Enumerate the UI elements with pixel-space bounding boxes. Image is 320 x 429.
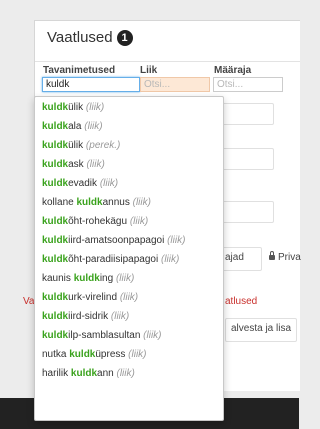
suggestion-match: kuldk — [42, 292, 69, 303]
suggestion-type: (liik) — [85, 102, 105, 113]
suggestion-item[interactable]: kuldkask (liik) — [35, 155, 223, 174]
suggestion-rest: iird-sidrik — [68, 311, 109, 322]
column-label-name: Tavanimetused — [43, 65, 116, 76]
suggestion-prefix: harilik — [42, 368, 71, 379]
suggestion-item[interactable]: kuldkõht-rohekägu (liik) — [35, 212, 223, 231]
autocomplete-dropdown: kuldkülik (liik) kuldkala (liik) kuldkül… — [34, 96, 224, 421]
header-divider — [35, 61, 300, 62]
suggestion-type: (liik) — [129, 216, 149, 227]
suggestion-match: kuldk — [70, 368, 98, 379]
suggestion-item[interactable]: kuldkiird-amatsoonpapagoi (liik) — [35, 231, 223, 250]
type-search-input[interactable] — [140, 77, 210, 92]
suggestion-rest: ülik — [68, 140, 84, 151]
suggestion-match: kuldk — [42, 216, 69, 227]
suggestion-type: (liik) — [143, 330, 162, 341]
suggestion-item[interactable]: kuldkevadik (liik) — [35, 174, 223, 193]
suggestion-item[interactable]: kuldkurk-virelind (liik) — [35, 288, 223, 307]
suggestion-type: (liik) — [110, 311, 130, 322]
panel-title-text: Vaatlused — [47, 29, 113, 46]
background-tab-text: ajad — [225, 252, 244, 263]
private-label: Priva — [269, 251, 301, 263]
suggestion-rest: ala — [68, 121, 82, 132]
suggestion-rest: ann — [97, 368, 114, 379]
suggestion-match: kuldk — [73, 273, 100, 284]
suggestion-list: kuldkülik (liik) kuldkala (liik) kuldkül… — [35, 97, 223, 383]
suggestion-prefix: kaunis — [42, 273, 74, 284]
suggestion-rest: evadik — [68, 178, 98, 189]
suggestion-type: (liik) — [99, 178, 119, 189]
suggestion-match: kuldk — [42, 235, 69, 246]
suggestion-item[interactable]: kuldkilp-samblasultan (liik) — [35, 326, 223, 345]
suggestion-type: (liik) — [84, 121, 103, 132]
suggestion-type: (liik) — [115, 273, 135, 284]
suggestion-rest: annus — [102, 197, 130, 208]
suggestion-type: (liik) — [86, 159, 105, 170]
suggestion-match: kuldk — [42, 102, 69, 113]
suggestion-rest: iird-amatsoonpapagoi — [68, 235, 165, 246]
suggestion-match: kuldk — [42, 121, 69, 132]
suggestion-match: kuldk — [42, 330, 69, 341]
suggestion-rest: ülik — [68, 102, 84, 113]
suggestion-type: (perek.) — [85, 140, 121, 151]
suggestion-rest: üpress — [95, 349, 126, 360]
suggestion-prefix: kollane — [42, 197, 77, 208]
name-search-input[interactable] — [42, 77, 140, 92]
suggestion-match: kuldk — [42, 311, 69, 322]
private-text: Priva — [278, 252, 301, 263]
panel-title: Vaatlused 1 — [47, 29, 133, 46]
suggestion-item[interactable]: harilik kuldkann (liik) — [35, 364, 223, 383]
suggestion-prefix: nutka — [42, 349, 70, 360]
suggestion-type: (liik) — [128, 349, 147, 360]
suggestion-item[interactable]: kuldkõht-paradiisipapagoi (liik) — [35, 250, 223, 269]
suggestion-type: (liik) — [167, 235, 186, 246]
suggestion-type: (liik) — [132, 197, 151, 208]
suggestion-item[interactable]: kuldkala (liik) — [35, 117, 223, 136]
suggestion-type: (liik) — [116, 368, 135, 379]
suggestion-item[interactable]: kuldkülik (liik) — [35, 98, 223, 117]
amount-search-input[interactable] — [213, 77, 283, 92]
suggestion-item[interactable]: kaunis kuldking (liik) — [35, 269, 223, 288]
lock-icon — [269, 251, 275, 260]
suggestion-match: kuldk — [42, 140, 69, 151]
suggestion-match: kuldk — [42, 178, 69, 189]
suggestion-rest: õht-rohekägu — [68, 216, 128, 227]
count-badge: 1 — [116, 30, 133, 46]
suggestion-type: (liik) — [119, 292, 139, 303]
suggestion-rest: ilp-samblasultan — [68, 330, 141, 341]
background-error-right: atlused — [225, 296, 258, 307]
suggestion-match: kuldk — [42, 254, 69, 265]
suggestion-match: kuldk — [69, 349, 96, 360]
suggestion-item[interactable]: kuldkülik (perek.) — [35, 136, 223, 155]
background-error-left: Va — [23, 296, 35, 307]
save-and-add-label: alvesta ja lisa — [231, 323, 292, 334]
suggestion-rest: õht-paradiisipapagoi — [68, 254, 159, 265]
suggestion-match: kuldk — [76, 197, 103, 208]
column-label-amount: Määraja — [214, 65, 252, 76]
column-label-type: Liik — [140, 65, 158, 76]
suggestion-type: (liik) — [160, 254, 180, 265]
suggestion-item[interactable]: kollane kuldkannus (liik) — [35, 193, 223, 212]
suggestion-rest: ing — [99, 273, 114, 284]
suggestion-rest: urk-virelind — [68, 292, 118, 303]
suggestion-item[interactable]: kuldkiird-sidrik (liik) — [35, 307, 223, 326]
suggestion-item[interactable]: nutka kuldküpress (liik) — [35, 345, 223, 364]
suggestion-match: kuldk — [42, 159, 69, 170]
suggestion-rest: ask — [68, 159, 84, 170]
